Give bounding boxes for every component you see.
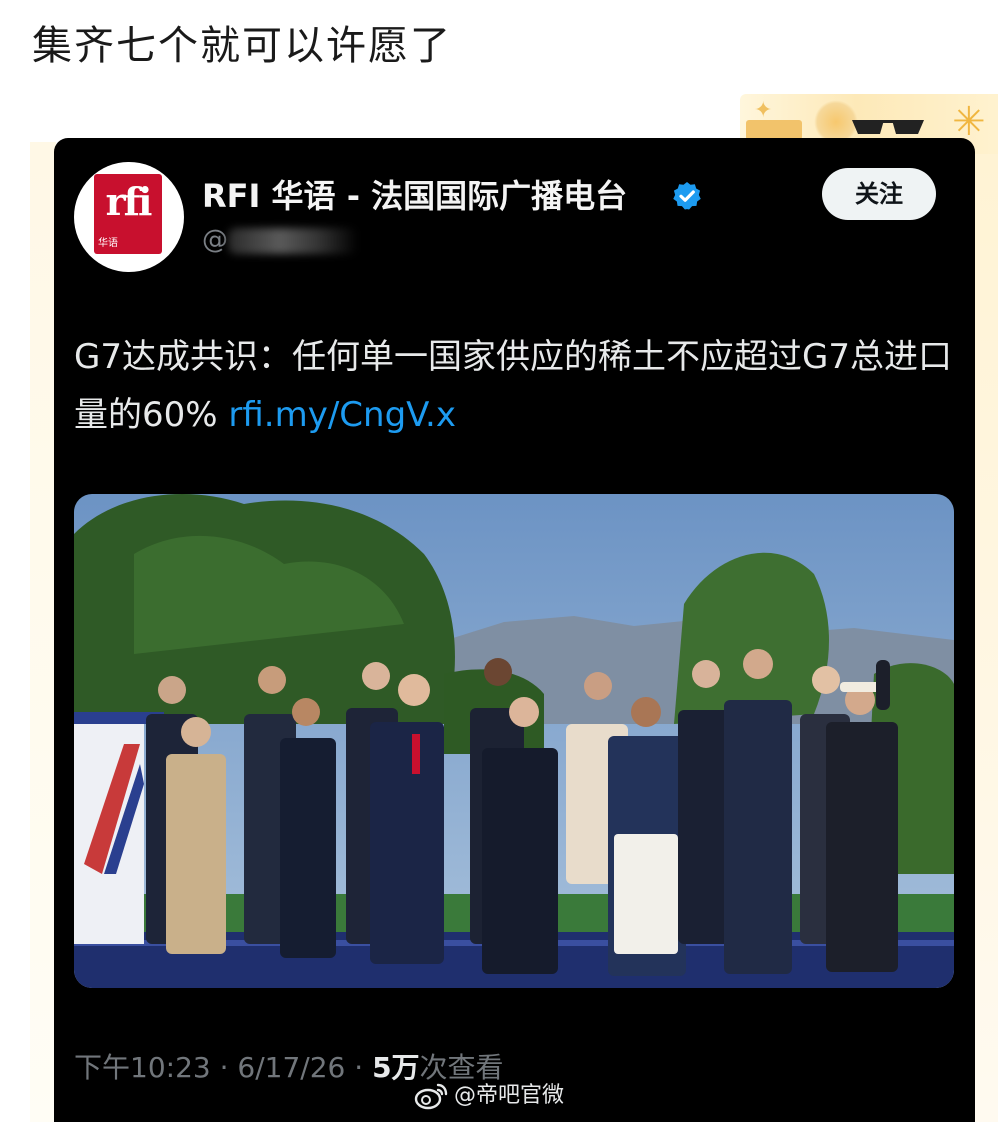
tweet-link[interactable]: rfi.my/CngV.x	[228, 395, 456, 435]
weibo-icon	[414, 1083, 448, 1110]
meta-separator: ·	[345, 1051, 373, 1084]
tweet-time[interactable]: 下午10:23	[74, 1051, 211, 1084]
tweet-text: G7达成共识：任何单一国家供应的稀土不应超过G7总进口量的60% rfi.my/…	[74, 328, 964, 444]
meta-separator: ·	[210, 1051, 238, 1084]
verified-badge-icon	[673, 182, 701, 210]
sunglasses-icon	[852, 120, 924, 134]
left-decor-strip	[30, 142, 56, 1122]
right-decor-strip	[974, 154, 998, 1122]
views-count: 5万	[372, 1051, 420, 1084]
follow-button[interactable]: 关注	[822, 168, 936, 220]
rfi-logo: rfi 华语	[94, 174, 162, 254]
account-handle[interactable]: @	[202, 222, 228, 258]
post-title: 集齐七个就可以许愿了	[32, 23, 452, 69]
gift-decoration	[746, 120, 802, 140]
tweet-photo[interactable]	[74, 494, 954, 988]
watermark-text: @帝吧官微	[454, 1083, 565, 1108]
tweet-card[interactable]: rfi 华语 RFI 华语 - 法国国际广播电台 @ 关注 G7达成共识：任何单…	[54, 138, 975, 1122]
tweet-body: G7达成共识：任何单一国家供应的稀土不应超过G7总进口量的60%	[74, 337, 952, 435]
handle-redaction	[228, 228, 358, 254]
rfi-logo-subtext: 华语	[98, 238, 118, 249]
rfi-logo-text: rfi	[105, 179, 153, 224]
account-name[interactable]: RFI 华语 - 法国国际广播电台	[202, 176, 627, 216]
account-avatar[interactable]: rfi 华语	[74, 162, 184, 272]
tweet-date[interactable]: 6/17/26	[237, 1051, 345, 1084]
star-decoration: ✦	[754, 98, 773, 123]
sparkle-decoration: ✳	[952, 99, 986, 145]
